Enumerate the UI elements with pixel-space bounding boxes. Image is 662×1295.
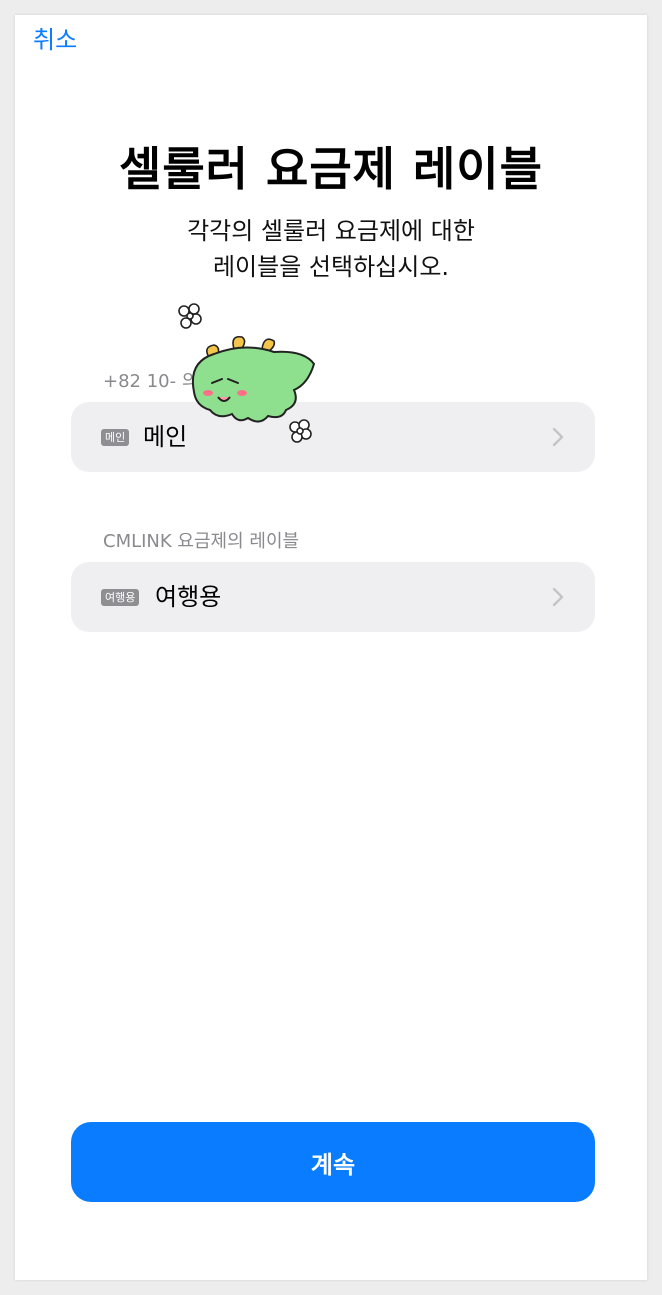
green-dragon-sticker-icon — [178, 303, 316, 443]
page-subtitle: 각각의 셀룰러 요금제에 대한 레이블을 선택하십시오. — [15, 213, 647, 285]
continue-button[interactable]: 계속 — [71, 1122, 595, 1202]
plan-2-label: 여행용 — [155, 583, 222, 611]
plan-2-label-row[interactable]: 여행용 여행용 — [71, 562, 595, 632]
cellular-label-screen: 취소 셀룰러 요금제 레이블 각각의 셀룰러 요금제에 대한 레이블을 선택하십… — [15, 15, 647, 1280]
plan-1-label-row[interactable]: 메인 메인 — [71, 402, 595, 472]
cancel-button[interactable]: 취소 — [33, 25, 77, 55]
chevron-right-icon — [552, 427, 564, 447]
page-title: 셀룰러 요금제 레이블 — [119, 142, 543, 196]
plan-2-section-label: CMLINK 요금제의 레이블 — [103, 531, 300, 552]
plan-2-badge: 여행용 — [101, 589, 140, 606]
plan-1-badge: 메인 — [101, 429, 130, 446]
chevron-right-icon — [552, 587, 564, 607]
subtitle-line-1: 각각의 셀룰러 요금제에 대한 — [187, 217, 475, 245]
subtitle-line-2: 레이블을 선택하십시오. — [212, 253, 450, 281]
